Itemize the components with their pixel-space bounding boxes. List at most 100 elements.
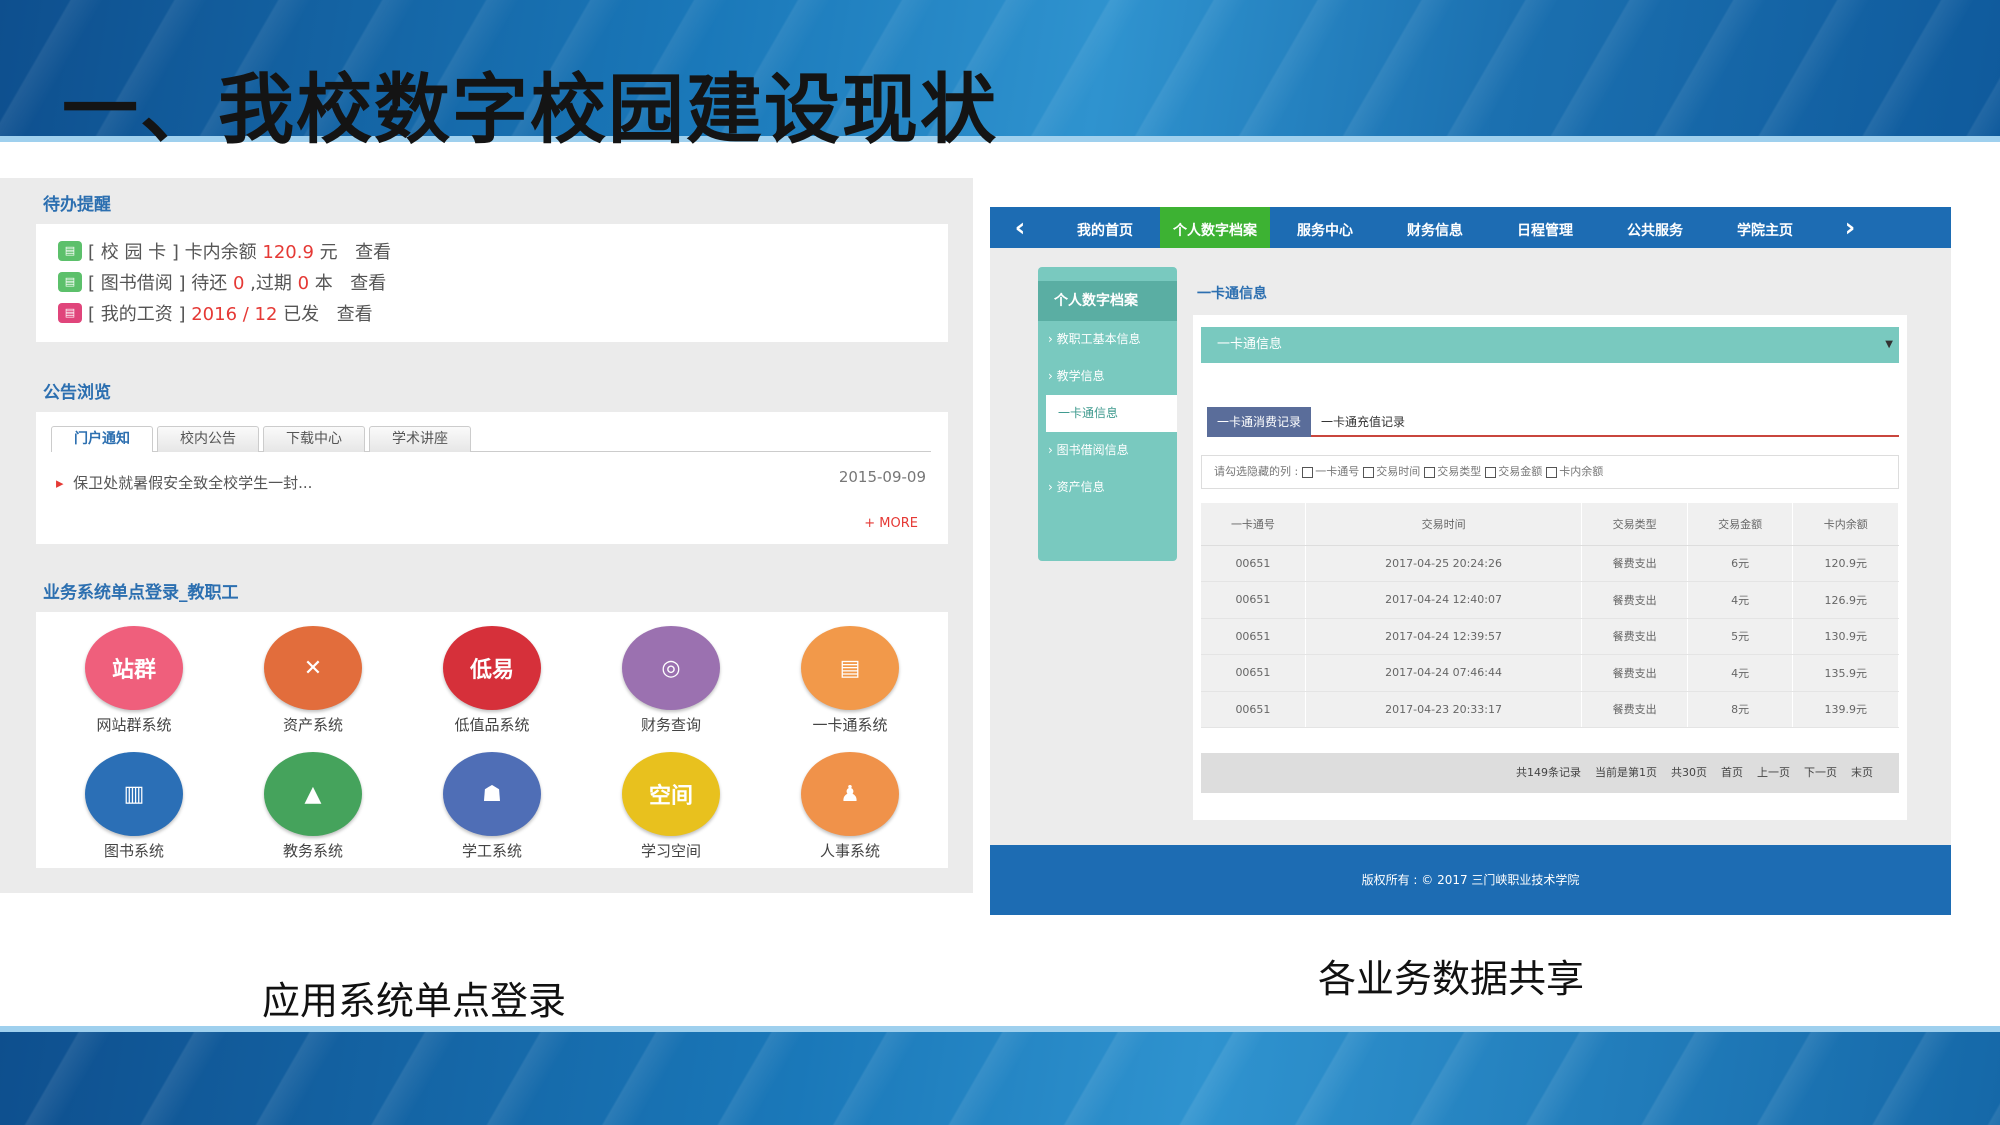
nav-item[interactable]: 公共服务	[1600, 207, 1710, 248]
app-tile[interactable]: ☗ 学工系统	[412, 752, 572, 861]
card-icon: ▤	[58, 241, 82, 261]
app-tile[interactable]: ▤ 一卡通系统	[770, 626, 930, 735]
app-label: 教务系统	[282, 842, 343, 860]
nav-item[interactable]: 学院主页	[1710, 207, 1820, 248]
app-label: 学工系统	[461, 842, 522, 860]
table-cell: 00651	[1201, 691, 1306, 728]
todo-mid: ,过期	[244, 273, 298, 294]
sidebar-title: 个人数字档案	[1038, 281, 1177, 321]
table-row: 00651 2017-04-24 12:39:57 餐费支出 5元 130.9元	[1201, 618, 1899, 655]
sidebar: 个人数字档案 › 教职工基本信息 › 教学信息 一卡通信息 › 图书借阅信息 › 资产信息	[1038, 267, 1177, 561]
nav-item[interactable]: 我的首页	[1050, 207, 1160, 248]
todo-row: ▤ [ 校 园 卡 ] 卡内余额 120.9 元 查看	[58, 238, 391, 264]
column-selector: 请勾选隐藏的列 : 一卡通号 交易时间 交易类型 交易金额 卡内余额	[1201, 455, 1899, 489]
nav-item[interactable]: 财务信息	[1380, 207, 1490, 248]
table-cell: 00651	[1201, 618, 1306, 655]
sidebar-item[interactable]: › 教学信息	[1038, 358, 1177, 395]
table-cell: 2017-04-25 20:24:26	[1305, 545, 1583, 582]
more-link[interactable]: + MORE	[864, 516, 918, 531]
student-affairs-icon: ☗	[443, 752, 541, 836]
column-checkbox[interactable]	[1546, 466, 1558, 478]
content-panel: 一卡通信息 ▼ 一卡通消费记录 一卡通充值记录 请勾选隐藏的列 : 一卡通号 交易时间…	[1193, 315, 1907, 820]
todo-view-link[interactable]: 查看	[325, 300, 373, 326]
column-checkbox[interactable]	[1424, 466, 1436, 478]
table-cell: 餐费支出	[1581, 654, 1688, 692]
notice-item[interactable]: ▸ 保卫处就暑假安全致全校学生一封... 2015-09-09	[56, 468, 926, 493]
column-checkbox[interactable]	[1485, 466, 1497, 478]
record-tab[interactable]: 一卡通充值记录	[1311, 407, 1415, 437]
app-tile[interactable]: 站群 网站群系统	[54, 626, 214, 735]
system-footer: 版权所有 : © 2017 三门峡职业技术学院	[990, 845, 1951, 915]
app-tile[interactable]: ◎ 财务查询	[591, 626, 751, 735]
table-row: 00651 2017-04-24 07:46:44 餐费支出 4元 135.9元	[1201, 654, 1899, 692]
records-table: 一卡通号 交易时间 交易类型 交易金额 卡内余额 00651 2017-04-25 20:2…	[1201, 503, 1899, 728]
column-option-label: 交易时间	[1376, 465, 1421, 478]
notice-text[interactable]: 保卫处就暑假安全致全校学生一封...	[73, 474, 312, 492]
todo-text: [ 我的工资 ] 2016 / 12 已发	[88, 300, 319, 326]
todo-section-title: 待办提醒	[43, 195, 111, 215]
sidebar-item[interactable]: › 教职工基本信息	[1038, 321, 1177, 358]
table-cell: 00651	[1201, 545, 1306, 582]
column-checkbox[interactable]	[1302, 466, 1314, 478]
app-tile[interactable]: ♟ 人事系统	[770, 752, 930, 861]
sidebar-item[interactable]: › 资产信息	[1038, 469, 1177, 506]
app-tile[interactable]: 空间 学习空间	[591, 752, 751, 861]
sidebar-item[interactable]: 一卡通信息	[1046, 395, 1177, 432]
app-tile[interactable]: 低易 低值品系统	[412, 626, 572, 735]
pager-info: 当前是第1页	[1595, 766, 1657, 779]
app-tile[interactable]: ▥ 图书系统	[54, 752, 214, 861]
todo-suffix: 已发	[277, 304, 320, 325]
tools-icon: ✕	[264, 626, 362, 710]
pager-link[interactable]: 首页	[1721, 766, 1743, 779]
nav-item[interactable]: 个人数字档案	[1160, 207, 1270, 248]
todo-row: ▤ [ 我的工资 ] 2016 / 12 已发 查看	[58, 300, 373, 326]
todo-view-link[interactable]: 查看	[344, 238, 391, 264]
todo-value: 0	[232, 273, 245, 294]
app-tile[interactable]: ▲ 教务系统	[233, 752, 393, 861]
todo-value: 0	[297, 273, 310, 294]
todo-suffix: 本	[309, 273, 333, 294]
todo-text: [ 图书借阅 ] 待还 0 ,过期 0 本	[88, 269, 333, 295]
todo-prefix: [ 图书借阅 ] 待还	[88, 273, 233, 294]
todo-value: 2016 / 12	[191, 304, 278, 325]
table-cell: 2017-04-23 20:33:17	[1305, 691, 1583, 728]
card-system-icon: ▤	[801, 626, 899, 710]
section-select[interactable]: 一卡通信息 ▼	[1201, 327, 1899, 363]
todo-view-link[interactable]: 查看	[339, 269, 386, 295]
table-header-row: 一卡通号 交易时间 交易类型 交易金额 卡内余额	[1201, 503, 1899, 546]
notice-tabs: 门户通知 校内公告 下载中心 学术讲座	[51, 426, 931, 452]
column-checkbox[interactable]	[1363, 466, 1375, 478]
record-tab[interactable]: 一卡通消费记录	[1207, 407, 1312, 437]
notice-tab[interactable]: 学术讲座	[369, 426, 471, 452]
pager-link[interactable]: 下一页	[1804, 766, 1837, 779]
table-cell: 00651	[1201, 654, 1306, 692]
table-cell: 120.9元	[1792, 545, 1899, 582]
bottom-banner	[0, 1026, 2000, 1125]
chevron-right-icon[interactable]: ›	[1820, 213, 1880, 243]
salary-icon: ▤	[58, 303, 82, 323]
todo-value: 120.9	[262, 242, 314, 263]
sidebar-item[interactable]: › 图书借阅信息	[1038, 432, 1177, 469]
app-label: 图书系统	[103, 842, 164, 860]
chevron-left-icon[interactable]: ‹	[990, 213, 1050, 243]
table-cell: 139.9元	[1792, 691, 1899, 728]
table-header: 卡内余额	[1792, 503, 1899, 546]
nav-item[interactable]: 服务中心	[1270, 207, 1380, 248]
todo-suffix: 元	[313, 242, 338, 263]
notice-tab[interactable]: 门户通知	[51, 426, 153, 452]
table-row: 00651 2017-04-23 20:33:17 餐费支出 8元 139.9元	[1201, 691, 1899, 728]
app-tile[interactable]: ✕ 资产系统	[233, 626, 393, 735]
app-label: 网站群系统	[96, 716, 172, 734]
pager-link[interactable]: 末页	[1851, 766, 1873, 779]
caption-left: 应用系统单点登录	[262, 979, 567, 1023]
table-cell: 餐费支出	[1581, 618, 1688, 655]
book-icon: ▤	[58, 272, 82, 292]
table-cell: 6元	[1687, 545, 1794, 582]
notice-tab[interactable]: 校内公告	[157, 426, 259, 452]
nav-item[interactable]: 日程管理	[1490, 207, 1600, 248]
pager-link[interactable]: 上一页	[1757, 766, 1790, 779]
table-cell: 5元	[1687, 618, 1794, 655]
pager-info: 共149条记录	[1516, 766, 1581, 779]
column-option-label: 一卡通号	[1315, 465, 1360, 478]
notice-tab[interactable]: 下载中心	[263, 426, 365, 452]
